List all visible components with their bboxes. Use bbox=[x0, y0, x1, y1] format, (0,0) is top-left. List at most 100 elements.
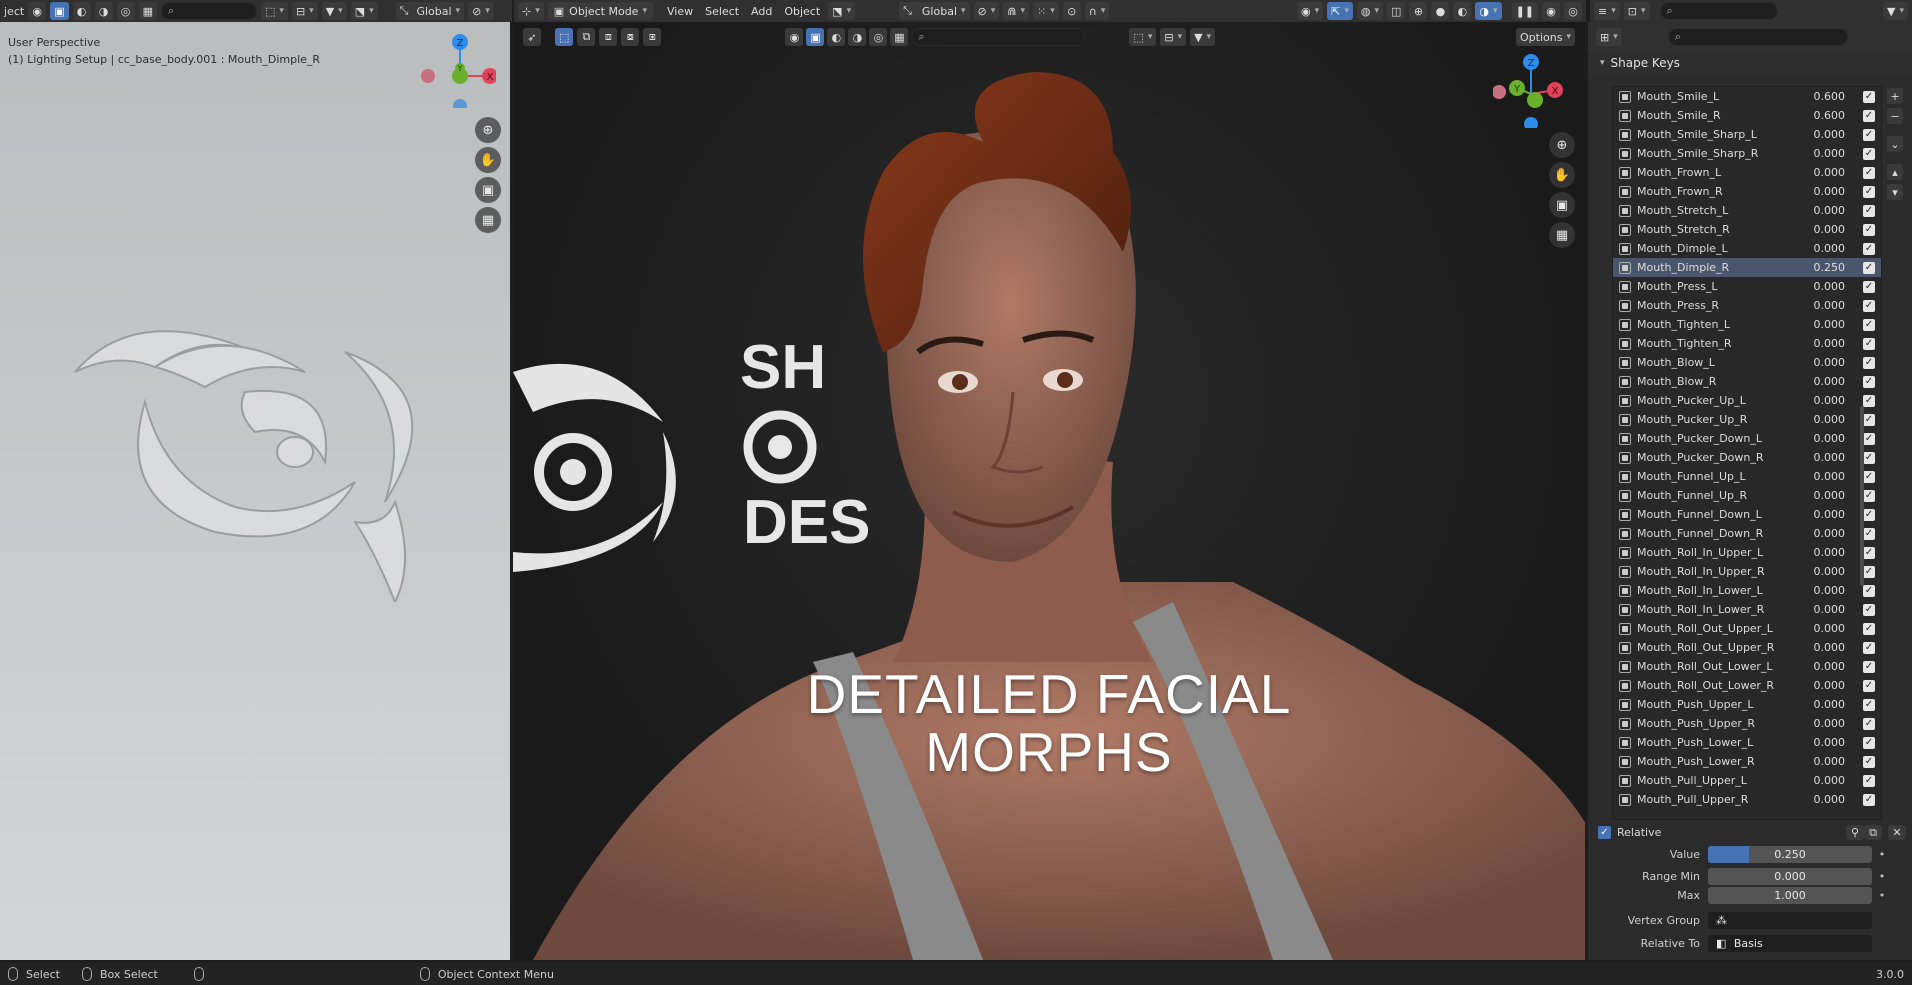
shape-key-mute-checkbox[interactable]: ✓ bbox=[1863, 565, 1875, 578]
left-viewport[interactable]: User Perspective (1) Lighting Setup | cc… bbox=[0, 22, 510, 960]
shape-key-mute-checkbox[interactable]: ✓ bbox=[1863, 470, 1875, 483]
shape-key-row[interactable]: Mouth_Press_L 0.000 ✓ bbox=[1613, 277, 1881, 296]
shape-key-mute-checkbox[interactable]: ✓ bbox=[1863, 128, 1875, 141]
shape-key-value[interactable]: 0.000 bbox=[1801, 736, 1846, 749]
shape-key-value[interactable]: 0.000 bbox=[1801, 584, 1846, 597]
orientation-dropdown-mid[interactable]: ⤡ Global bbox=[899, 2, 970, 20]
shape-key-mute-checkbox[interactable]: ✓ bbox=[1863, 318, 1875, 331]
shape-key-value[interactable]: 0.000 bbox=[1801, 470, 1846, 483]
shape-key-row[interactable]: Mouth_Funnel_Down_L 0.000 ✓ bbox=[1613, 505, 1881, 524]
shape-key-row[interactable]: Mouth_Roll_Out_Upper_R 0.000 ✓ bbox=[1613, 638, 1881, 657]
move-up-icon[interactable]: ▴ bbox=[1887, 164, 1903, 180]
shape-key-row[interactable]: Mouth_Smile_Sharp_L 0.000 ✓ bbox=[1613, 125, 1881, 144]
filter-dropdown[interactable]: ⬚ bbox=[261, 2, 288, 20]
snap-target-icon[interactable]: ⁙ bbox=[1033, 2, 1059, 20]
shape-key-value[interactable]: 0.000 bbox=[1801, 394, 1846, 407]
menu-add[interactable]: Add bbox=[747, 2, 776, 20]
value-slider[interactable]: 0.250 bbox=[1708, 846, 1872, 863]
shape-key-mute-checkbox[interactable]: ✓ bbox=[1863, 299, 1875, 312]
shape-key-mute-checkbox[interactable]: ✓ bbox=[1863, 166, 1875, 179]
shape-key-row[interactable]: Mouth_Frown_L 0.000 ✓ bbox=[1613, 163, 1881, 182]
shape-key-mute-checkbox[interactable]: ✓ bbox=[1863, 242, 1875, 255]
add-shape-key-icon[interactable]: + bbox=[1887, 88, 1903, 104]
shape-key-value[interactable]: 0.000 bbox=[1801, 318, 1846, 331]
display-mode-icon[interactable]: ⊡ bbox=[1623, 2, 1650, 20]
outliner-search-input[interactable]: ⌕ bbox=[1659, 2, 1778, 20]
shape-key-row[interactable]: Mouth_Pucker_Down_L 0.000 ✓ bbox=[1613, 429, 1881, 448]
rendered-shading-icon[interactable]: ◎ bbox=[116, 2, 135, 20]
shape-key-value[interactable]: 0.000 bbox=[1801, 679, 1846, 692]
shape-key-value[interactable]: 0.000 bbox=[1801, 622, 1846, 635]
shape-key-value[interactable]: 0.000 bbox=[1801, 774, 1846, 787]
shape-key-row[interactable]: Mouth_Funnel_Up_L 0.000 ✓ bbox=[1613, 467, 1881, 486]
shape-key-mute-checkbox[interactable]: ✓ bbox=[1863, 394, 1875, 407]
shape-key-value[interactable]: 0.000 bbox=[1801, 166, 1846, 179]
main-viewport[interactable]: ➶ ⬚ ⧉ ⧈ ⧇ ⧆ ◉ ▣ ◐ ◑ ◎ ▦ ⌕ ⬚ ⊟ ▼ Options … bbox=[513, 22, 1585, 960]
shape-key-mute-checkbox[interactable]: ✓ bbox=[1863, 489, 1875, 502]
shape-key-value[interactable]: 0.000 bbox=[1801, 508, 1846, 521]
shape-key-row[interactable]: Mouth_Push_Lower_L 0.000 ✓ bbox=[1613, 733, 1881, 752]
outliner-type-icon[interactable]: ≡ bbox=[1594, 2, 1620, 20]
shape-key-row[interactable]: Mouth_Funnel_Down_R 0.000 ✓ bbox=[1613, 524, 1881, 543]
shape-key-row[interactable]: Mouth_Roll_In_Upper_L 0.000 ✓ bbox=[1613, 543, 1881, 562]
properties-type-icon[interactable]: ⊞ bbox=[1596, 28, 1622, 46]
solid-shading-icon[interactable]: ◐ bbox=[72, 2, 91, 20]
shape-key-row[interactable]: Mouth_Pucker_Up_R 0.000 ✓ bbox=[1613, 410, 1881, 429]
shape-key-row[interactable]: Mouth_Roll_Out_Lower_R 0.000 ✓ bbox=[1613, 676, 1881, 695]
shape-key-value[interactable]: 0.000 bbox=[1801, 185, 1846, 198]
grid-icon[interactable]: ▦ bbox=[138, 2, 157, 20]
shape-key-mute-checkbox[interactable]: ✓ bbox=[1863, 356, 1875, 369]
pivot-dropdown[interactable]: ⊘ bbox=[468, 2, 494, 20]
shape-key-mute-checkbox[interactable]: ✓ bbox=[1863, 508, 1875, 521]
value-keyframe-icon[interactable]: • bbox=[1876, 848, 1888, 861]
shape-key-mute-checkbox[interactable]: ✓ bbox=[1863, 223, 1875, 236]
shape-key-row[interactable]: Mouth_Smile_L 0.600 ✓ bbox=[1613, 87, 1881, 106]
shape-key-row[interactable]: Mouth_Roll_Out_Lower_L 0.000 ✓ bbox=[1613, 657, 1881, 676]
shape-key-mute-checkbox[interactable]: ✓ bbox=[1863, 147, 1875, 160]
shape-key-row[interactable]: Mouth_Roll_In_Upper_R 0.000 ✓ bbox=[1613, 562, 1881, 581]
orientation-dropdown[interactable]: ⤡ Global bbox=[395, 2, 465, 20]
snap-icon[interactable]: ⋒ bbox=[1003, 2, 1030, 20]
shape-key-row[interactable]: Mouth_Stretch_R 0.000 ✓ bbox=[1613, 220, 1881, 239]
falloff-icon[interactable]: ∩ bbox=[1084, 2, 1110, 20]
pivot-dropdown-mid[interactable]: ⊘ bbox=[973, 2, 1000, 20]
record-icon[interactable]: ◉ bbox=[1542, 2, 1560, 20]
shape-keys-panel-header[interactable]: ▾ Shape Keys bbox=[1588, 52, 1912, 74]
shape-key-mute-checkbox[interactable]: ✓ bbox=[1863, 622, 1875, 635]
shape-key-row[interactable]: Mouth_Push_Lower_R 0.000 ✓ bbox=[1613, 752, 1881, 771]
shape-key-mute-checkbox[interactable]: ✓ bbox=[1863, 584, 1875, 597]
zoom-icon-main[interactable]: ⊕ bbox=[1549, 132, 1575, 158]
edit-mode-icon[interactable]: ⧉ bbox=[1864, 825, 1882, 840]
remove-shape-key-icon[interactable]: − bbox=[1887, 108, 1903, 124]
shape-key-value[interactable]: 0.000 bbox=[1801, 660, 1846, 673]
pause-icon[interactable]: ❚❚ bbox=[1511, 2, 1538, 20]
shape-key-value[interactable]: 0.000 bbox=[1801, 793, 1846, 806]
shape-key-mute-checkbox[interactable]: ✓ bbox=[1863, 90, 1875, 103]
shape-key-value[interactable]: 0.000 bbox=[1801, 603, 1846, 616]
shape-key-value[interactable]: 0.000 bbox=[1801, 489, 1846, 502]
shape-key-mute-checkbox[interactable]: ✓ bbox=[1863, 793, 1875, 806]
camera-icon-main[interactable]: ▣ bbox=[1549, 192, 1575, 218]
shape-key-mute-checkbox[interactable]: ✓ bbox=[1863, 717, 1875, 730]
vertex-group-field[interactable]: ⁂ bbox=[1708, 912, 1872, 929]
shape-key-row[interactable]: Mouth_Stretch_L 0.000 ✓ bbox=[1613, 201, 1881, 220]
shape-key-value[interactable]: 0.000 bbox=[1801, 128, 1846, 141]
relative-checkbox[interactable]: ✓ bbox=[1598, 826, 1611, 839]
shape-key-row[interactable]: Mouth_Blow_L 0.000 ✓ bbox=[1613, 353, 1881, 372]
solid-icon[interactable]: ● bbox=[1431, 2, 1450, 20]
shape-key-value[interactable]: 0.000 bbox=[1801, 204, 1846, 217]
select-mode-icon[interactable]: ▣ bbox=[50, 2, 69, 20]
shape-key-value[interactable]: 0.000 bbox=[1801, 413, 1846, 426]
shape-key-row[interactable]: Mouth_Push_Upper_L 0.000 ✓ bbox=[1613, 695, 1881, 714]
shape-key-value[interactable]: 0.000 bbox=[1801, 546, 1846, 559]
shape-key-row[interactable]: Mouth_Smile_R 0.600 ✓ bbox=[1613, 106, 1881, 125]
max-field[interactable]: 1.000 bbox=[1708, 887, 1872, 904]
shape-key-row[interactable]: Mouth_Frown_R 0.000 ✓ bbox=[1613, 182, 1881, 201]
gizmo-toggle-icon[interactable]: ⇱ bbox=[1327, 2, 1353, 20]
funnel-icon[interactable]: ▼ bbox=[321, 2, 347, 20]
shape-key-mute-checkbox[interactable]: ✓ bbox=[1863, 185, 1875, 198]
object-menu[interactable]: ject bbox=[4, 5, 24, 18]
shape-key-value[interactable]: 0.600 bbox=[1801, 109, 1846, 122]
material-shading-icon[interactable]: ◑ bbox=[94, 2, 113, 20]
shape-key-mute-checkbox[interactable]: ✓ bbox=[1863, 755, 1875, 768]
